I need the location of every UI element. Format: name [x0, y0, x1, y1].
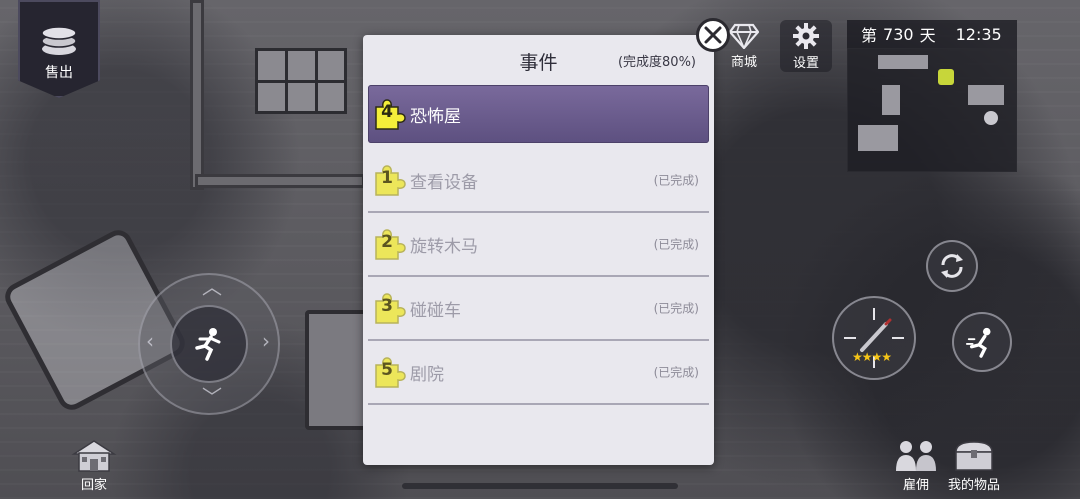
event-dialog: 事件 (完成度80%) 4 恐怖屋 1 查看设备 (已完成) 2 旋转木马 (已完成) 3 碰碰车… [363, 35, 714, 465]
hire-label: 雇佣 [902, 478, 929, 493]
sprint-button[interactable] [952, 312, 1012, 372]
puzzle-piece-icon: 3 [372, 291, 406, 325]
people-icon [896, 441, 936, 471]
hire-button[interactable]: 雇佣 [892, 438, 940, 493]
event-name: 恐怖屋 [410, 106, 461, 127]
minimap-marker [984, 111, 998, 125]
event-name: 旋转木马 [410, 236, 478, 257]
event-number: 3 [381, 296, 393, 316]
house-icon [71, 440, 117, 472]
event-name: 剧院 [410, 364, 444, 385]
puzzle-piece-icon: 5 [372, 355, 406, 389]
home-button[interactable]: 回家 [70, 438, 118, 493]
settings-button[interactable]: 设置 [780, 20, 832, 72]
event-name: 查看设备 [410, 172, 478, 193]
event-item[interactable]: 3 碰碰车 (已完成) [368, 277, 709, 341]
diamond-icon [729, 23, 759, 49]
sprint-icon [965, 327, 991, 358]
attack-rating-stars: ★★★★ [852, 350, 892, 364]
clock-time: 12:35 [955, 24, 1002, 44]
coins-icon [41, 26, 77, 55]
minimap-building [878, 55, 928, 69]
my-items-label: 我的物品 [948, 478, 1001, 493]
chevron-right-icon: › [262, 329, 270, 353]
attack-button[interactable] [832, 296, 916, 380]
refresh-icon [941, 254, 963, 278]
puzzle-piece-icon: 2 [372, 227, 406, 261]
event-item[interactable]: 1 查看设备 (已完成) [368, 149, 709, 213]
settings-label: 设置 [792, 55, 819, 71]
home-indicator-bar [402, 483, 678, 489]
sell-label: 售出 [45, 65, 73, 81]
chevron-left-icon: ‹ [146, 329, 154, 353]
chevron-down-icon: ﹀ [202, 385, 222, 409]
gear-icon [793, 22, 819, 49]
building-window [255, 48, 347, 114]
shop-label: 商城 [730, 54, 757, 70]
day-suffix: 天 [919, 26, 936, 45]
treasure-chest-icon [955, 441, 993, 471]
minimap[interactable] [847, 48, 1017, 172]
event-item[interactable]: 5 剧院 (已完成) [368, 341, 709, 405]
event-number: 5 [381, 360, 393, 380]
completion-progress: (完成度80%) [617, 55, 696, 70]
event-status: (已完成) [653, 173, 699, 188]
event-status: (已完成) [653, 237, 699, 252]
event-item[interactable]: 2 旋转木马 (已完成) [368, 213, 709, 277]
event-number: 2 [381, 232, 393, 252]
event-name: 碰碰车 [410, 300, 461, 321]
puzzle-icon [938, 69, 954, 85]
my-items-button[interactable]: 我的物品 [948, 438, 1000, 493]
event-list: 4 恐怖屋 1 查看设备 (已完成) 2 旋转木马 (已完成) 3 碰碰车 (已完成) 5 剧院 (已完成… [368, 85, 709, 405]
minimap-building [968, 85, 1004, 105]
swap-weapon-button[interactable] [926, 240, 978, 292]
minimap-building [858, 125, 898, 151]
event-item[interactable]: 4 恐怖屋 [368, 85, 709, 143]
event-status: (已完成) [653, 301, 699, 316]
minimap-building [882, 85, 900, 115]
wall [190, 0, 204, 190]
sell-button[interactable]: 售出 [18, 0, 100, 98]
day-number: 730 [883, 24, 914, 44]
event-status: (已完成) [653, 365, 699, 380]
movement-joystick[interactable]: ︿ ﹀ ‹ › [138, 273, 280, 415]
event-dialog-header: 事件 (完成度80%) [363, 35, 714, 83]
event-number: 1 [381, 168, 393, 188]
chevron-up-icon: ︿ [202, 275, 222, 299]
close-icon [704, 26, 722, 44]
day-clock-bar: 第 730 天 12:35 [847, 20, 1017, 48]
joystick-knob[interactable] [170, 305, 248, 383]
home-label: 回家 [80, 478, 107, 493]
event-number: 4 [381, 102, 393, 122]
close-button[interactable] [696, 18, 730, 52]
puzzle-piece-icon: 1 [372, 163, 406, 197]
puzzle-piece-icon: 4 [372, 97, 406, 131]
running-man-icon [195, 328, 221, 361]
day-prefix: 第 [861, 26, 878, 45]
wall [195, 174, 365, 188]
